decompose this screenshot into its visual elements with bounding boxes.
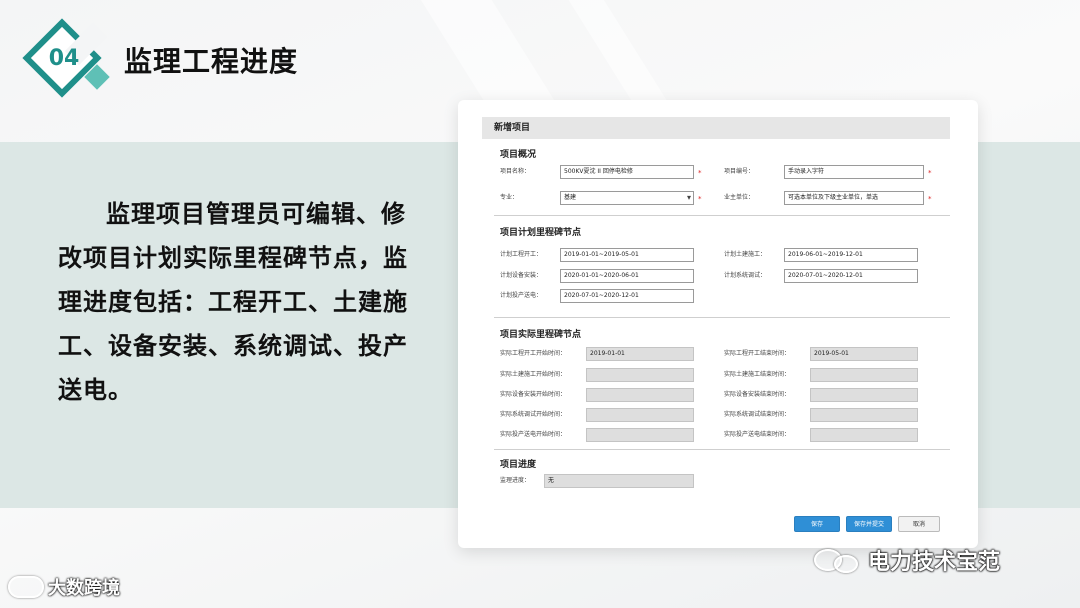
slide-body-text: 监理项目管理员可编辑、修改项目计划实际里程碑节点，监理进度包括：工程开工、土建施… xyxy=(58,200,408,404)
actual-section: 项目实际里程碑节点 xyxy=(482,327,950,340)
project-code-field[interactable]: 手动录入字符 xyxy=(784,165,924,179)
progress-field[interactable]: 无 xyxy=(544,474,694,488)
actual-end-field[interactable] xyxy=(810,368,918,382)
plan-title: 项目计划里程碑节点 xyxy=(500,228,582,238)
required-mark: * xyxy=(928,195,932,203)
actual-title: 项目实际里程碑节点 xyxy=(500,330,582,340)
brand-logo-icon xyxy=(8,576,44,598)
project-code-label: 项目编号： xyxy=(724,168,755,175)
actual-end-field[interactable] xyxy=(810,428,918,442)
project-name-label: 项目名称： xyxy=(500,168,531,175)
watermark-left: 大数跨境 xyxy=(8,574,120,600)
required-mark: * xyxy=(698,169,702,177)
overview-section: 项目概况 xyxy=(482,147,950,160)
plan-start-label: 计划工程开工： xyxy=(500,251,543,258)
save-submit-button[interactable]: 保存并提交 xyxy=(846,516,892,532)
actual-end-label: 实际投产送电结束时间： xyxy=(724,431,791,438)
plan-install-field[interactable]: 2020-01-01~2020-06-01 xyxy=(560,269,694,283)
actual-start-field[interactable] xyxy=(586,428,694,442)
wechat-icon xyxy=(812,545,862,575)
screenshot-card: 新增项目 项目概况 项目名称： 500KV夏沈 II 回停电检修 * 项目编号：… xyxy=(458,100,978,548)
actual-start-field[interactable]: 2019-01-01 xyxy=(586,347,694,361)
save-button[interactable]: 保存 xyxy=(794,516,840,532)
progress-label: 监理进度： xyxy=(500,477,531,484)
actual-start-field[interactable] xyxy=(586,368,694,382)
actual-start-label: 实际设备安装开始时间： xyxy=(500,391,567,398)
plan-debug-label: 计划系统调试： xyxy=(724,272,767,279)
cancel-button[interactable]: 取消 xyxy=(898,516,940,532)
project-name-field[interactable]: 500KV夏沈 II 回停电检修 xyxy=(560,165,694,179)
plan-debug-field[interactable]: 2020-07-01~2020-12-01 xyxy=(784,269,918,283)
actual-start-field[interactable] xyxy=(586,388,694,402)
plan-power-label: 计划投产送电： xyxy=(500,292,543,299)
plan-section: 项目计划里程碑节点 xyxy=(482,225,950,238)
actual-start-label: 实际工程开工开始时间： xyxy=(500,350,567,357)
owner-label: 业主单位： xyxy=(724,194,755,201)
actual-end-label: 实际系统调试结束时间： xyxy=(724,411,791,418)
section-number-badge: 04 xyxy=(22,18,110,100)
owner-field[interactable]: 可选本单位及下级主业单位，单选 xyxy=(784,191,924,205)
divider xyxy=(494,449,950,450)
watermark-left-text: 大数跨境 xyxy=(48,578,120,599)
progress-title: 项目进度 xyxy=(500,460,537,470)
actual-end-field[interactable] xyxy=(810,388,918,402)
slide-title: 监理工程进度 xyxy=(124,45,299,78)
actual-end-label: 实际土建施工结束时间： xyxy=(724,371,791,378)
actual-start-label: 实际土建施工开始时间： xyxy=(500,371,567,378)
actual-start-label: 实际投产送电开始时间： xyxy=(500,431,567,438)
new-project-form: 新增项目 项目概况 项目名称： 500KV夏沈 II 回停电检修 * 项目编号：… xyxy=(482,117,950,537)
overview-title: 项目概况 xyxy=(500,150,537,160)
divider xyxy=(494,317,950,318)
specialty-label: 专业： xyxy=(500,194,519,201)
form-window-title: 新增项目 xyxy=(482,117,950,139)
plan-civil-field[interactable]: 2019-06-01~2019-12-01 xyxy=(784,248,918,262)
badge-number: 04 xyxy=(48,46,80,71)
actual-end-label: 实际设备安装结束时间： xyxy=(724,391,791,398)
plan-install-label: 计划设备安装： xyxy=(500,272,543,279)
plan-civil-label: 计划土建施工： xyxy=(724,251,767,258)
actual-end-field[interactable]: 2019-05-01 xyxy=(810,347,918,361)
progress-section: 项目进度 xyxy=(482,457,950,470)
actual-end-field[interactable] xyxy=(810,408,918,422)
watermark-right: 电力技术宝范 xyxy=(812,544,1000,576)
actual-end-label: 实际工程开工结束时间： xyxy=(724,350,791,357)
actual-start-label: 实际系统调试开始时间： xyxy=(500,411,567,418)
plan-start-field[interactable]: 2019-01-01~2019-05-01 xyxy=(560,248,694,262)
divider xyxy=(494,215,950,216)
watermark-right-text: 电力技术宝范 xyxy=(868,550,1001,575)
specialty-select[interactable]: 基建 xyxy=(560,191,694,205)
required-mark: * xyxy=(928,169,932,177)
actual-start-field[interactable] xyxy=(586,408,694,422)
required-mark: * xyxy=(698,195,702,203)
plan-power-field[interactable]: 2020-07-01~2020-12-01 xyxy=(560,289,694,303)
